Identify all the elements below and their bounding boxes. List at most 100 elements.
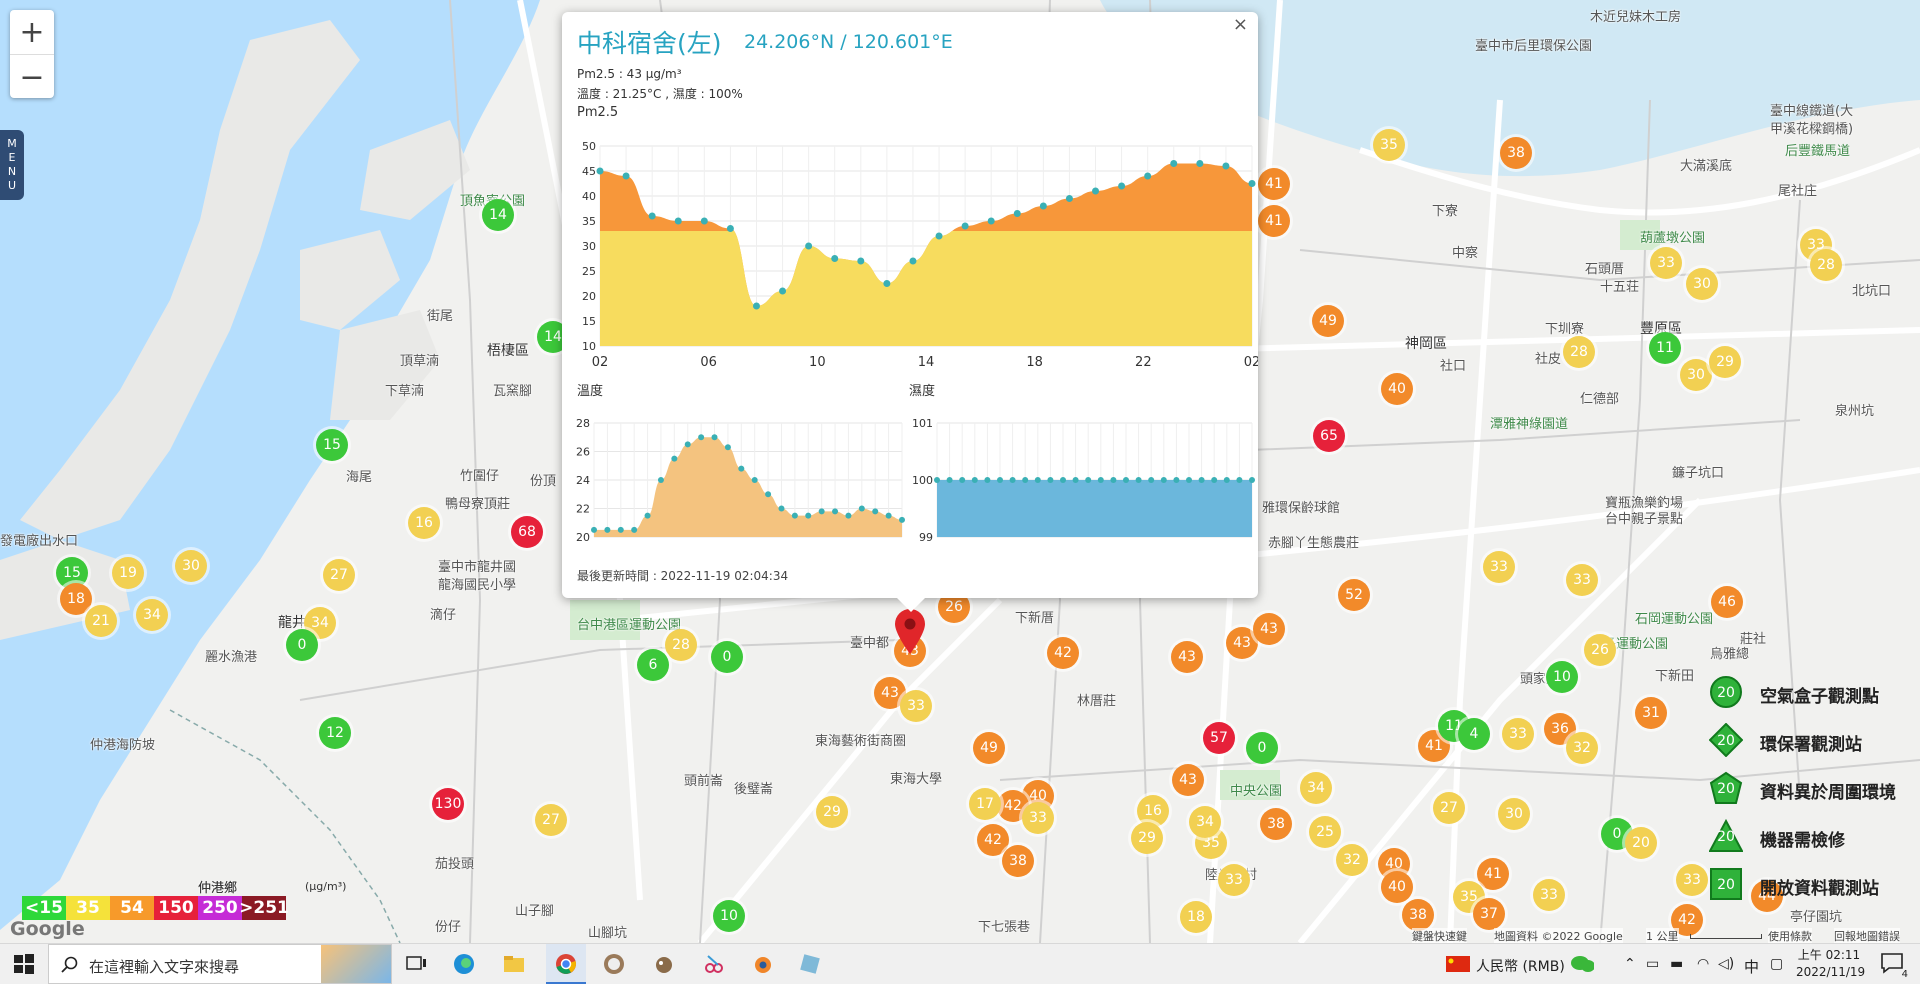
station-marker[interactable]: 35 [1373,129,1405,161]
station-marker[interactable]: 38 [1002,845,1034,877]
station-marker[interactable]: 28 [1810,249,1842,281]
task-view-icon[interactable] [404,952,428,976]
station-marker[interactable]: 4 [1458,718,1490,750]
station-marker[interactable]: 32 [1566,732,1598,764]
station-marker[interactable]: 57 [1203,722,1235,754]
clock[interactable]: 上午 02:11 2022/11/19 [1796,946,1865,979]
station-marker[interactable]: 38 [1402,899,1434,931]
station-marker[interactable]: 29 [816,796,848,828]
file-explorer-icon[interactable] [502,952,526,976]
station-marker[interactable]: 32 [1336,844,1368,876]
location-pin-icon[interactable] [893,608,927,656]
station-marker[interactable]: 12 [319,717,351,749]
station-marker[interactable]: 10 [713,900,745,932]
station-marker[interactable]: 26 [1584,634,1616,666]
station-marker[interactable]: 34 [1189,806,1221,838]
scissors-app-icon[interactable] [702,952,726,976]
station-marker[interactable]: 41 [1477,858,1509,890]
station-marker[interactable]: 25 [1309,816,1341,848]
edge-browser-icon[interactable] [452,952,476,976]
station-marker[interactable]: 40 [1381,373,1413,405]
station-marker[interactable]: 19 [112,557,144,589]
station-marker[interactable]: 30 [175,550,207,582]
station-marker[interactable]: 38 [1260,808,1292,840]
station-marker[interactable]: 38 [1500,137,1532,169]
station-marker[interactable]: 29 [1709,346,1741,378]
station-marker[interactable]: 33 [1218,864,1250,896]
map-canvas[interactable]: 臺中市后里環保公園 木近兒妹木工房 臺中線鐵道(大 甲溪花樑鋼橋) 后豐鐵馬道 大滿溪底尾… [0,0,1920,943]
station-marker[interactable]: 34 [136,599,168,631]
station-marker[interactable]: 0 [1246,732,1278,764]
station-marker[interactable]: 33 [900,690,932,722]
station-marker[interactable]: 43 [1253,613,1285,645]
station-marker[interactable]: 34 [1300,772,1332,804]
blender-icon[interactable] [750,952,774,976]
zoom-out-button[interactable]: − [10,55,54,99]
station-marker[interactable]: 18 [60,583,92,615]
station-marker[interactable]: 37 [1473,898,1505,930]
station-marker[interactable]: 11 [1649,332,1681,364]
station-marker[interactable]: 43 [1172,764,1204,796]
station-marker[interactable]: 41 [1258,168,1290,200]
windows-start-icon[interactable] [12,952,36,976]
station-marker[interactable]: 17 [969,788,1001,820]
station-marker[interactable]: 41 [1258,205,1290,237]
station-marker[interactable]: 42 [1047,637,1079,669]
station-marker[interactable]: 49 [973,732,1005,764]
station-marker[interactable]: 28 [665,629,697,661]
battery-icon[interactable]: ▬ [1670,956,1683,972]
station-marker[interactable]: 31 [1635,697,1667,729]
station-marker[interactable]: 0 [286,629,318,661]
station-marker[interactable]: 130 [432,788,464,820]
station-marker[interactable]: 43 [1171,641,1203,673]
station-marker[interactable]: 27 [1433,792,1465,824]
station-marker[interactable]: 30 [1686,268,1718,300]
station-marker[interactable]: 33 [1566,564,1598,596]
station-marker[interactable]: 10 [1546,661,1578,693]
volume-icon[interactable]: ◁) [1718,956,1734,972]
currency-indicator[interactable]: 人民幣 (RMB) [1476,956,1565,976]
wifi-icon[interactable]: ◠ [1697,956,1709,972]
station-marker[interactable]: 30 [1680,359,1712,391]
station-marker[interactable]: 52 [1338,579,1370,611]
ime-indicator[interactable]: 中 [1744,956,1759,977]
station-marker[interactable]: 27 [535,804,567,836]
gimp-icon[interactable] [652,952,676,976]
station-marker[interactable]: 6 [637,649,669,681]
station-marker[interactable]: 46 [1711,586,1743,618]
station-marker[interactable]: 33 [1502,718,1534,750]
station-marker[interactable]: 16 [408,507,440,539]
menu-button[interactable]: M E N U [0,130,24,200]
station-marker[interactable]: 27 [323,559,355,591]
station-marker[interactable]: 68 [511,516,543,548]
station-marker[interactable]: 33 [1022,802,1054,834]
wechat-icon[interactable] [1570,955,1594,979]
terms-link[interactable]: 使用條款 [1768,928,1812,943]
close-icon[interactable]: × [1233,14,1248,35]
chrome-active-tab[interactable] [546,944,586,984]
station-marker[interactable]: 18 [1180,901,1212,933]
notification-button[interactable]: 4 [1880,952,1908,980]
ime-mode-icon[interactable]: ▢ [1770,956,1783,972]
station-marker[interactable]: 49 [1312,305,1344,337]
station-marker[interactable]: 21 [85,605,117,637]
station-marker[interactable]: 20 [1625,827,1657,859]
station-marker[interactable]: 65 [1313,420,1345,452]
clock-app-icon[interactable] [602,952,626,976]
zoom-in-button[interactable]: + [10,10,54,55]
station-marker[interactable]: 0 [711,641,743,673]
keyboard-shortcuts-link[interactable]: 鍵盤快速鍵 [1412,928,1467,943]
station-marker[interactable]: 14 [482,199,514,231]
station-marker[interactable]: 30 [1498,798,1530,830]
station-marker[interactable]: 29 [1131,822,1163,854]
station-marker[interactable]: 33 [1650,247,1682,279]
show-hidden-icons-chevron-icon[interactable]: ⌃ [1624,956,1636,972]
station-marker[interactable]: 33 [1483,551,1515,583]
app-icon[interactable] [798,952,822,976]
network-icon[interactable]: ▭ [1646,956,1659,972]
station-marker[interactable]: 33 [1533,879,1565,911]
taskbar-search[interactable]: 在這裡輸入文字來搜尋 [48,944,392,984]
station-marker[interactable]: 15 [316,429,348,461]
station-marker[interactable]: 28 [1563,336,1595,368]
station-marker[interactable]: 40 [1381,871,1413,903]
